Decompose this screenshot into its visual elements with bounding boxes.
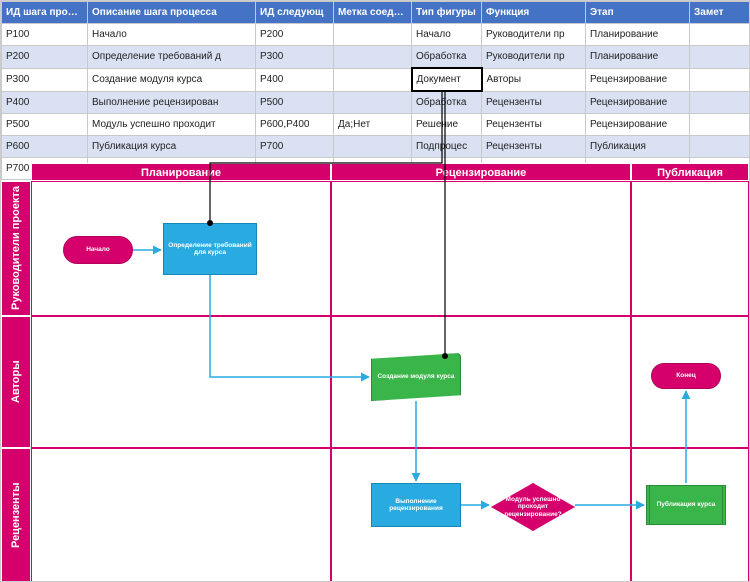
table-row[interactable]: P600Публикация курсаP700 ПодпроцесРецензе… bbox=[2, 136, 750, 158]
table-cell[interactable] bbox=[334, 91, 412, 114]
table-cell[interactable]: Публикация курса bbox=[88, 136, 256, 158]
table-cell[interactable]: Создание модуля курса bbox=[88, 68, 256, 91]
lane-cell bbox=[31, 448, 331, 582]
table-header-row: ИД шага процес Описание шага процесса ИД… bbox=[2, 2, 750, 24]
table-cell[interactable]: P300 bbox=[2, 68, 88, 91]
table-cell[interactable]: Руководители пр bbox=[482, 46, 586, 69]
lane-cell bbox=[331, 181, 631, 316]
role-header-authors: Авторы bbox=[1, 316, 31, 448]
col-function[interactable]: Функция bbox=[482, 2, 586, 24]
role-header-reviewers: Рецензенты bbox=[1, 448, 31, 582]
col-shape-type[interactable]: Тип фигуры bbox=[412, 2, 482, 24]
table-cell[interactable]: Руководители пр bbox=[482, 24, 586, 46]
role-header-leads: Руководители проекта bbox=[1, 181, 31, 316]
table-cell[interactable]: Решение bbox=[412, 114, 482, 136]
table-cell[interactable]: Начало bbox=[412, 24, 482, 46]
table-cell[interactable]: P200 bbox=[256, 24, 334, 46]
process-data-table[interactable]: ИД шага процес Описание шага процесса ИД… bbox=[1, 1, 750, 180]
table-row[interactable]: P100НачалоP200НачалоРуководители прПлани… bbox=[2, 24, 750, 46]
table-cell[interactable]: Рецензенты bbox=[482, 136, 586, 158]
shape-perform-review[interactable]: Выполнение рецензирования bbox=[371, 483, 461, 527]
table-row[interactable]: P500Модуль успешно проходитP600,P400Да;Н… bbox=[2, 114, 750, 136]
table-cell[interactable]: Планирование bbox=[586, 24, 690, 46]
shape-publish[interactable]: Публикация курса bbox=[646, 485, 726, 525]
shape-start[interactable]: Начало bbox=[63, 236, 133, 264]
table-cell[interactable]: Определение требований д bbox=[88, 46, 256, 69]
col-step-id[interactable]: ИД шага процес bbox=[2, 2, 88, 24]
lane-cell bbox=[631, 181, 749, 316]
lane-cell bbox=[31, 316, 331, 448]
table-cell[interactable]: Планирование bbox=[586, 46, 690, 69]
table-cell[interactable]: P400 bbox=[256, 68, 334, 91]
table-cell[interactable]: Подпроцес bbox=[412, 136, 482, 158]
table-cell[interactable]: Рецензирование bbox=[586, 68, 690, 91]
table-cell[interactable]: P500 bbox=[256, 91, 334, 114]
table-cell[interactable]: P100 bbox=[2, 24, 88, 46]
table-cell[interactable] bbox=[690, 114, 750, 136]
table-cell[interactable] bbox=[334, 46, 412, 69]
table-row[interactable]: P400Выполнение рецензированP500 Обработка… bbox=[2, 91, 750, 114]
col-connector[interactable]: Метка соедини bbox=[334, 2, 412, 24]
col-next-id[interactable]: ИД следующ bbox=[256, 2, 334, 24]
table-cell[interactable] bbox=[334, 136, 412, 158]
table-cell[interactable]: P200 bbox=[2, 46, 88, 69]
table-cell[interactable] bbox=[690, 46, 750, 69]
table-cell[interactable] bbox=[690, 136, 750, 158]
table-cell[interactable]: P600,P400 bbox=[256, 114, 334, 136]
table-cell[interactable]: P600 bbox=[2, 136, 88, 158]
table-row[interactable]: P300Создание модуля курсаP400 ДокументАвт… bbox=[2, 68, 750, 91]
table-cell[interactable]: Обработка bbox=[412, 91, 482, 114]
shape-create-module[interactable]: Создание модуля курса bbox=[371, 353, 461, 401]
table-cell[interactable]: Рецензенты bbox=[482, 114, 586, 136]
table-cell[interactable]: Публикация bbox=[586, 136, 690, 158]
table-cell[interactable]: Начало bbox=[88, 24, 256, 46]
table-row[interactable]: P200Определение требований дP300 Обработк… bbox=[2, 46, 750, 69]
table-cell[interactable] bbox=[690, 91, 750, 114]
table-cell[interactable]: Авторы bbox=[482, 68, 586, 91]
table-cell[interactable]: Рецензирование bbox=[586, 114, 690, 136]
phase-header-review: Рецензирование bbox=[331, 163, 631, 181]
table-cell[interactable]: P300 bbox=[256, 46, 334, 69]
col-notes[interactable]: Замет bbox=[690, 2, 750, 24]
table-cell[interactable] bbox=[334, 24, 412, 46]
table-cell[interactable]: P400 bbox=[2, 91, 88, 114]
table-cell[interactable]: Выполнение рецензирован bbox=[88, 91, 256, 114]
table-cell[interactable]: Да;Нет bbox=[334, 114, 412, 136]
phase-header-publish: Публикация bbox=[631, 163, 749, 181]
phase-header-planning: Планирование bbox=[31, 163, 331, 181]
table-cell[interactable]: Модуль успешно проходит bbox=[88, 114, 256, 136]
shape-define-requirements[interactable]: Определение требований для курса bbox=[163, 223, 257, 275]
swimlane-diagram[interactable]: Планирование Рецензирование Публикация Р… bbox=[1, 163, 749, 582]
table-cell[interactable] bbox=[690, 24, 750, 46]
table-cell[interactable]: P700 bbox=[256, 136, 334, 158]
table-cell[interactable] bbox=[334, 68, 412, 91]
col-description[interactable]: Описание шага процесса bbox=[88, 2, 256, 24]
table-cell[interactable] bbox=[690, 68, 750, 91]
table-cell[interactable]: Документ bbox=[412, 68, 482, 91]
table-cell[interactable]: Рецензирование bbox=[586, 91, 690, 114]
table-cell[interactable]: P500 bbox=[2, 114, 88, 136]
table-cell[interactable]: Обработка bbox=[412, 46, 482, 69]
col-phase[interactable]: Этап bbox=[586, 2, 690, 24]
table-cell[interactable]: Рецензенты bbox=[482, 91, 586, 114]
shape-end[interactable]: Конец bbox=[651, 363, 721, 389]
